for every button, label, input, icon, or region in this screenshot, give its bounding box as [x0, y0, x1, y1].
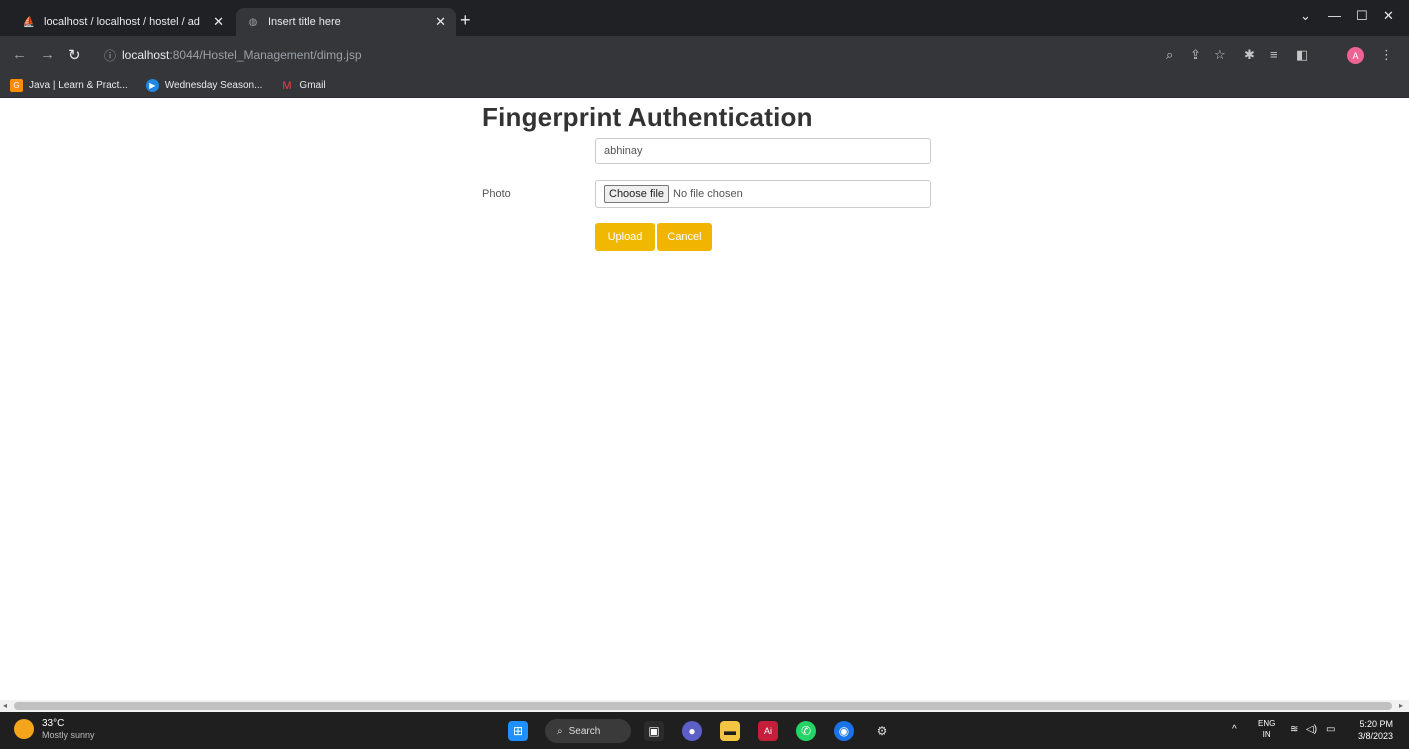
forward-icon[interactable]: → [40, 46, 55, 63]
url-path: :8044/Hostel_Management/dimg.jsp [169, 48, 362, 62]
bookmark-label: Wednesday Season... [164, 80, 263, 91]
choose-file-button[interactable]: Choose file [604, 185, 670, 203]
gmail-icon: M [282, 79, 292, 92]
share-icon[interactable]: ⇪ [1190, 47, 1201, 63]
browser-tab-bar: ⛵ localhost / localhost / hostel / ad ✕ … [0, 0, 1409, 36]
bookmark-gmail[interactable]: M Gmail [280, 79, 325, 92]
settings-gear-icon[interactable]: ⚙ [872, 721, 892, 741]
chrome-icon[interactable]: ◉ [834, 721, 854, 741]
url-host: localhost [122, 48, 170, 62]
lang-bottom: IN [1262, 730, 1271, 739]
search-icon: ⌕ [557, 725, 563, 737]
task-view-icon[interactable]: ▣ [644, 721, 664, 741]
scrollbar-thumb[interactable] [14, 702, 1392, 710]
side-panel-icon[interactable]: ◧ [1296, 47, 1308, 63]
teams-icon[interactable]: ● [682, 721, 702, 741]
tab-phpmyadmin[interactable]: ⛵ localhost / localhost / hostel / ad ✕ [12, 8, 234, 36]
taskbar: 33°C Mostly sunny ⊞ ⌕ Search ▣ ● ▬ Ai ✆ … [0, 712, 1409, 749]
file-explorer-icon[interactable]: ▬ [720, 721, 740, 741]
menu-kebab-icon[interactable]: ⋮ [1380, 47, 1393, 63]
back-icon[interactable]: ← [12, 46, 27, 63]
tab-title: localhost / localhost / hostel / ad [44, 16, 200, 28]
reading-list-icon[interactable]: ≡ [1270, 47, 1278, 62]
profile-avatar[interactable]: A [1347, 47, 1364, 64]
horizontal-scrollbar[interactable]: ◂ ▸ [0, 700, 1409, 712]
name-input[interactable] [595, 138, 931, 164]
tray-chevron-icon[interactable]: ^ [1232, 724, 1237, 735]
wifi-icon[interactable]: ≋ [1290, 724, 1298, 735]
tab-title: Insert title here [268, 16, 341, 28]
search-label: Search [568, 725, 601, 737]
minimize-icon[interactable]: — [1328, 8, 1341, 23]
photo-file-input[interactable]: Choose file No file chosen [595, 180, 931, 208]
browser-toolbar: ← → ↻ ⓘ localhost :8044/Hostel_Managemen… [0, 36, 1409, 74]
phpmyadmin-icon: ⛵ [22, 16, 36, 28]
taskbar-search[interactable]: ⌕ Search [545, 719, 631, 743]
extensions-icon[interactable]: ✱ [1244, 47, 1255, 63]
weather-desc: Mostly sunny [42, 730, 95, 740]
close-icon[interactable]: ✕ [213, 14, 224, 30]
bookmarks-bar: G Java | Learn & Pract... ▶ Wednesday Se… [0, 74, 1409, 98]
bookmark-star-icon[interactable]: ☆ [1214, 47, 1226, 63]
volume-icon[interactable]: ◁) [1306, 724, 1317, 735]
battery-icon[interactable]: ▭ [1326, 724, 1335, 735]
page-content: Fingerprint Authentication Photo Choose … [0, 98, 1409, 700]
gfg-icon: G [10, 79, 23, 92]
zoom-icon[interactable]: ⌕ [1166, 47, 1173, 63]
close-icon[interactable]: ✕ [435, 14, 446, 30]
globe-icon: ◍ [248, 16, 258, 28]
illustrator-icon[interactable]: Ai [758, 721, 778, 741]
scroll-right-icon[interactable]: ▸ [1399, 701, 1403, 710]
window-close-icon[interactable]: ✕ [1383, 8, 1394, 24]
tab-search-chevron-icon[interactable]: ⌄ [1300, 8, 1311, 24]
bookmark-label: Java | Learn & Pract... [29, 80, 128, 91]
windows-start-icon[interactable]: ⊞ [508, 721, 528, 741]
weather-widget[interactable]: 33°C Mostly sunny [14, 718, 95, 740]
site-info-icon[interactable]: ⓘ [104, 47, 116, 64]
upload-button[interactable]: Upload [595, 223, 655, 251]
weather-temp: 33°C [42, 718, 65, 729]
clock-date: 3/8/2023 [1358, 731, 1394, 741]
clock-time: 5:20 PM [1359, 719, 1394, 729]
whatsapp-icon[interactable]: ✆ [796, 721, 816, 741]
bookmark-label: Gmail [299, 80, 326, 91]
system-clock[interactable]: 5:20 PM 3/8/2023 [1358, 718, 1393, 742]
circle-play-icon: ▶ [145, 79, 159, 92]
bookmark-wednesday[interactable]: ▶ Wednesday Season... [145, 79, 263, 92]
photo-label: Photo [482, 188, 511, 200]
cancel-button[interactable]: Cancel [657, 223, 712, 251]
language-indicator[interactable]: ENG IN [1258, 718, 1275, 740]
scroll-left-icon[interactable]: ◂ [3, 701, 7, 710]
maximize-icon[interactable]: ☐ [1356, 8, 1368, 24]
address-bar[interactable]: ⓘ localhost :8044/Hostel_Management/dimg… [104, 42, 1124, 68]
weather-sun-icon [14, 719, 34, 739]
reload-icon[interactable]: ↻ [68, 46, 81, 64]
new-tab-icon[interactable]: + [460, 10, 471, 30]
bookmark-java[interactable]: G Java | Learn & Pract... [10, 79, 128, 92]
page-title: Fingerprint Authentication [482, 102, 813, 132]
file-status: No file chosen [673, 188, 743, 200]
lang-top: ENG [1258, 719, 1276, 728]
tab-insert-title[interactable]: ◍ Insert title here ✕ [236, 8, 456, 36]
